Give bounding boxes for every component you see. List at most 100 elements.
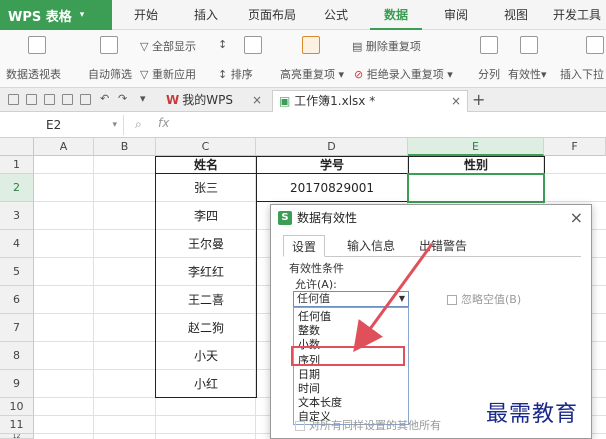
reapply-button[interactable]: ▽ 重新应用 xyxy=(140,66,196,82)
tab-settings[interactable]: 设置 xyxy=(283,235,326,257)
ignore-blank-label: 忽略空值(B) xyxy=(461,293,522,306)
allow-dropdown-list[interactable]: 任何值 整数 小数 序列 日期 时间 文本长度 自定义 xyxy=(293,307,409,425)
highlight-duplicates-label: 高亮重复项 xyxy=(280,68,335,81)
wps-w-icon: W xyxy=(166,93,180,107)
allow-select[interactable]: 任何值 ▼ xyxy=(293,291,409,307)
column-header-a[interactable]: A xyxy=(34,138,94,156)
table-cell-name[interactable]: 王尔曼 xyxy=(156,230,256,258)
row-header-7[interactable]: 7 xyxy=(0,314,34,342)
split-columns-icon[interactable] xyxy=(480,36,498,54)
tab-formulas[interactable]: 公式 xyxy=(316,0,356,30)
chevron-down-icon[interactable]: ▾ xyxy=(112,115,117,135)
print-preview-icon[interactable] xyxy=(44,94,55,105)
row-header-11[interactable]: 11 xyxy=(0,416,34,434)
header-gender[interactable]: 性别 xyxy=(408,157,544,173)
reject-duplicates-button[interactable]: ⊘ 拒绝录入重复项 ▾ xyxy=(354,66,453,82)
close-icon[interactable]: × xyxy=(451,91,461,111)
table-cell-name[interactable]: 小红 xyxy=(156,370,256,398)
option-text-length[interactable]: 文本长度 xyxy=(294,396,408,410)
checkbox-icon xyxy=(295,421,305,431)
table-cell-name[interactable]: 李四 xyxy=(156,202,256,230)
row-header-10[interactable]: 10 xyxy=(0,398,34,416)
row-header-3[interactable]: 3 xyxy=(0,202,34,230)
row-header-5[interactable]: 5 xyxy=(0,258,34,286)
table-cell-name[interactable]: 李红红 xyxy=(156,258,256,286)
row-header-9[interactable]: 9 xyxy=(0,370,34,398)
tab-review[interactable]: 审阅 xyxy=(436,0,476,30)
remove-duplicates-button[interactable]: ▤ 删除重复项 xyxy=(352,38,421,54)
tab-view[interactable]: 视图 xyxy=(496,0,536,30)
close-icon[interactable]: × xyxy=(570,208,583,227)
filter-reapply-icon: ▽ xyxy=(140,68,149,81)
table-cell-name[interactable]: 王二喜 xyxy=(156,286,256,314)
tab-data[interactable]: 数据 xyxy=(370,0,422,30)
sort-icon[interactable] xyxy=(244,36,262,54)
option-any-value[interactable]: 任何值 xyxy=(294,310,408,324)
sort-button[interactable]: ↕ 排序 xyxy=(218,66,253,82)
name-box[interactable]: E2 ▾ xyxy=(0,115,124,135)
pivot-table-button[interactable]: 数据透视表 xyxy=(6,66,61,82)
row-header-4[interactable]: 4 xyxy=(0,230,34,258)
table-cell-name[interactable]: 小天 xyxy=(156,342,256,370)
header-name[interactable]: 姓名 xyxy=(156,157,256,173)
option-integer[interactable]: 整数 xyxy=(294,324,408,338)
column-header-e[interactable]: E xyxy=(408,138,544,156)
tab-home[interactable]: 开始 xyxy=(126,0,166,30)
tab-my-wps[interactable]: W 我的WPS × xyxy=(160,90,268,112)
chevron-down-icon[interactable]: ▾ xyxy=(80,10,85,20)
row-header-1[interactable]: 1 xyxy=(0,156,34,174)
close-icon[interactable]: × xyxy=(252,90,262,110)
redo-icon[interactable]: ↷ xyxy=(118,92,127,105)
customize-dropdown-icon[interactable]: ▾ xyxy=(140,92,146,105)
header-id[interactable]: 学号 xyxy=(256,157,408,173)
validity-icon[interactable] xyxy=(520,36,538,54)
pivot-table-icon[interactable] xyxy=(28,36,46,54)
autofilter-button[interactable]: 自动筛选 xyxy=(88,66,132,82)
ignore-blank-checkbox[interactable]: 忽略空值(B) xyxy=(447,291,521,307)
select-all-corner[interactable] xyxy=(0,138,34,156)
table-cell-id[interactable]: 20170829001 xyxy=(256,174,408,202)
selected-cell-e2[interactable] xyxy=(407,173,545,203)
highlight-duplicates-button[interactable]: 高亮重复项 ▾ xyxy=(280,66,344,82)
undo-icon[interactable]: ↶ xyxy=(100,92,109,105)
column-header-c[interactable]: C xyxy=(156,138,256,156)
row-header-6[interactable]: 6 xyxy=(0,286,34,314)
app-logo[interactable]: WPS 表格 ▾ xyxy=(0,0,112,30)
tab-input-message[interactable]: 输入信息 xyxy=(339,235,403,257)
highlight-duplicates-icon[interactable] xyxy=(302,36,320,54)
tab-page-layout[interactable]: 页面布局 xyxy=(240,0,304,30)
filter-icon[interactable] xyxy=(100,36,118,54)
save-icon[interactable] xyxy=(26,94,37,105)
column-header-d[interactable]: D xyxy=(256,138,408,156)
menu-bar: WPS 表格 ▾ 开始 插入 页面布局 公式 数据 审阅 视图 开发工具 xyxy=(0,0,606,30)
tab-developer[interactable]: 开发工具 xyxy=(548,0,606,30)
table-cell-name[interactable]: 赵二狗 xyxy=(156,314,256,342)
tab-error-alert[interactable]: 出错警告 xyxy=(411,235,475,257)
column-header-f[interactable]: F xyxy=(544,138,606,156)
folder-icon[interactable] xyxy=(8,94,19,105)
tab-workbook[interactable]: ▣ 工作簿1.xlsx * × xyxy=(272,90,468,112)
apply-all-checkbox[interactable]: 对所有同样设置的其他所有 xyxy=(295,417,441,433)
print-icon[interactable] xyxy=(62,94,73,105)
function-icon[interactable]: fx xyxy=(158,116,169,130)
row-header-2[interactable]: 2 xyxy=(0,174,34,202)
wps-logo-text: WPS 表格 xyxy=(8,9,72,25)
option-time[interactable]: 时间 xyxy=(294,382,408,396)
chevron-down-icon[interactable]: ▼ xyxy=(399,292,405,306)
sort-asc-icon[interactable]: ↕ xyxy=(218,38,227,51)
validity-button[interactable]: 有效性▾ xyxy=(508,66,547,82)
cell-reference: E2 xyxy=(46,118,62,132)
insert-dropdown-button[interactable]: 插入下拉 xyxy=(560,66,604,82)
table-cell-name[interactable]: 张三 xyxy=(156,174,256,202)
new-tab-icon[interactable]: + xyxy=(472,90,485,109)
show-all-button[interactable]: ▽ 全部显示 xyxy=(140,38,196,54)
row-header-12[interactable]: 12 xyxy=(0,434,34,439)
option-date[interactable]: 日期 xyxy=(294,368,408,382)
zoom-icon[interactable]: ⌕ xyxy=(135,117,142,132)
row-header-8[interactable]: 8 xyxy=(0,342,34,370)
split-columns-button[interactable]: 分列 xyxy=(478,66,500,82)
column-header-b[interactable]: B xyxy=(94,138,156,156)
export-icon[interactable] xyxy=(80,94,91,105)
tab-insert[interactable]: 插入 xyxy=(186,0,226,30)
insert-dropdown-icon[interactable] xyxy=(586,36,604,54)
